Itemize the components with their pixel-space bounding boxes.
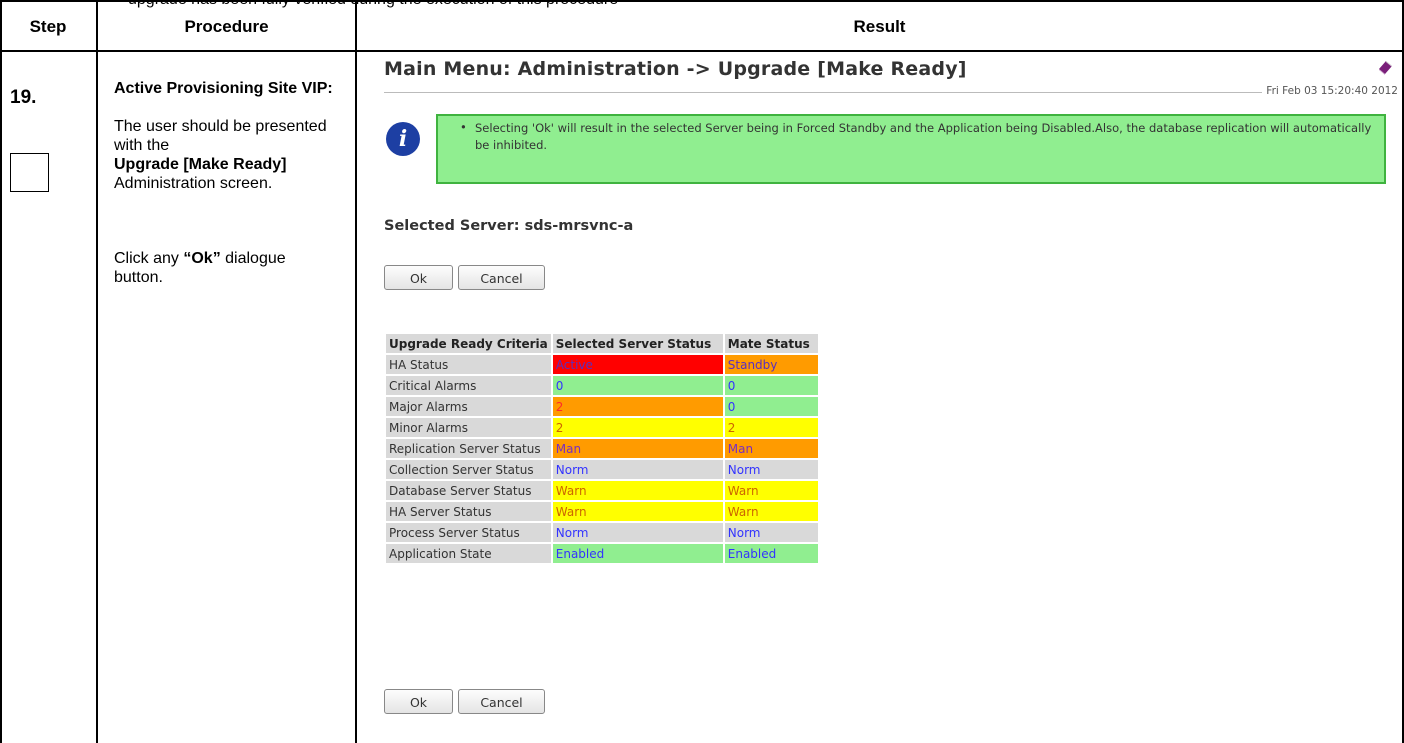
header-procedure: Procedure <box>184 17 269 36</box>
click-prefix: Click any <box>114 250 184 267</box>
mate-status-cell: Warn <box>724 502 818 521</box>
selected-server-status-cell: 0 <box>552 376 723 395</box>
page-datetime: Fri Feb 03 15:20:40 2012 <box>1262 85 1398 97</box>
ok-button-bottom[interactable]: Ok <box>384 689 453 714</box>
criteria-label: HA Status <box>386 355 551 374</box>
procedure-line2: Administration screen. <box>114 175 273 192</box>
table-row: Process Server Status Norm Norm <box>386 523 818 542</box>
bullet: • <box>460 120 467 134</box>
info-message-text: Selecting 'Ok' will result in the select… <box>475 121 1372 152</box>
procedure-bold1: Upgrade [Make Ready] <box>114 156 287 173</box>
selected-server-status-cell: 2 <box>552 397 723 416</box>
procedure-line1: The user should be presented with the <box>114 118 327 154</box>
selected-server-status-cell: Norm <box>552 523 723 542</box>
selected-server-status-cell: 2 <box>552 418 723 437</box>
table-row: Replication Server Status Man Man <box>386 439 818 458</box>
col-criteria: Upgrade Ready Criteria <box>386 334 551 353</box>
criteria-label: Process Server Status <box>386 523 551 542</box>
mate-status-cell: 0 <box>724 376 818 395</box>
procedure-text: Active Provisioning Site VIP: The user s… <box>114 79 339 287</box>
mate-status-cell: Enabled <box>724 544 818 563</box>
col-mate-status: Mate Status <box>724 334 818 353</box>
mate-status-cell: Warn <box>724 481 818 500</box>
criteria-label: Critical Alarms <box>386 376 551 395</box>
table-row: Critical Alarms 0 0 <box>386 376 818 395</box>
info-icon: i <box>386 122 420 156</box>
mate-status-cell: Man <box>724 439 818 458</box>
table-top-border <box>0 0 1404 2</box>
table-row: Minor Alarms 2 2 <box>386 418 818 437</box>
selected-server-status-cell: Norm <box>552 460 723 479</box>
selected-server-status-cell: Active <box>552 355 723 374</box>
info-message-box: • Selecting 'Ok' will result in the sele… <box>436 114 1386 184</box>
criteria-label: Application State <box>386 544 551 563</box>
table-row: HA Server Status Warn Warn <box>386 502 818 521</box>
procedure-click-instruction: Click any “Ok” dialogue button. <box>114 249 339 287</box>
criteria-label: HA Server Status <box>386 502 551 521</box>
mate-status-cell: Standby <box>724 355 818 374</box>
step-checkbox[interactable] <box>10 153 49 192</box>
table-row: Major Alarms 2 0 <box>386 397 818 416</box>
criteria-label: Minor Alarms <box>386 418 551 437</box>
help-book-icon[interactable] <box>1376 58 1394 76</box>
selected-server-status-cell: Warn <box>552 502 723 521</box>
table-row: Collection Server Status Norm Norm <box>386 460 818 479</box>
click-bold: “Ok” <box>183 250 221 267</box>
title-divider <box>384 92 1396 93</box>
selected-server-status-cell: Warn <box>552 481 723 500</box>
mate-status-cell: Norm <box>724 523 818 542</box>
mate-status-cell: 0 <box>724 397 818 416</box>
mate-status-cell: 2 <box>724 418 818 437</box>
table-row: HA Status Active Standby <box>386 355 818 374</box>
criteria-label: Replication Server Status <box>386 439 551 458</box>
selected-server-status-cell: Man <box>552 439 723 458</box>
header-result: Result <box>853 17 906 36</box>
selected-server-label: Selected Server: sds-mrsvnc-a <box>384 218 634 234</box>
page-title: Main Menu: Administration -> Upgrade [Ma… <box>384 58 967 80</box>
step-number: 19. <box>10 87 37 108</box>
cancel-button-top[interactable]: Cancel <box>458 265 545 290</box>
col-selected-status: Selected Server Status <box>552 334 723 353</box>
header-step: Step <box>29 17 67 36</box>
table-row: Database Server Status Warn Warn <box>386 481 818 500</box>
procedure-table: upgrade has been fully verified during t… <box>0 0 1404 743</box>
criteria-label: Collection Server Status <box>386 460 551 479</box>
col-divider-1 <box>96 0 98 743</box>
col-divider-2 <box>355 0 357 743</box>
criteria-label: Database Server Status <box>386 481 551 500</box>
ok-button-top[interactable]: Ok <box>384 265 453 290</box>
procedure-title: Active Provisioning Site VIP: <box>114 80 333 97</box>
upgrade-criteria-table: Upgrade Ready Criteria Selected Server S… <box>384 332 820 565</box>
table-row: Application State Enabled Enabled <box>386 544 818 563</box>
table-left-border <box>0 0 2 743</box>
criteria-label: Major Alarms <box>386 397 551 416</box>
result-screenshot: Main Menu: Administration -> Upgrade [Ma… <box>369 52 1404 743</box>
selected-server-status-cell: Enabled <box>552 544 723 563</box>
mate-status-cell: Norm <box>724 460 818 479</box>
cancel-button-bottom[interactable]: Cancel <box>458 689 545 714</box>
